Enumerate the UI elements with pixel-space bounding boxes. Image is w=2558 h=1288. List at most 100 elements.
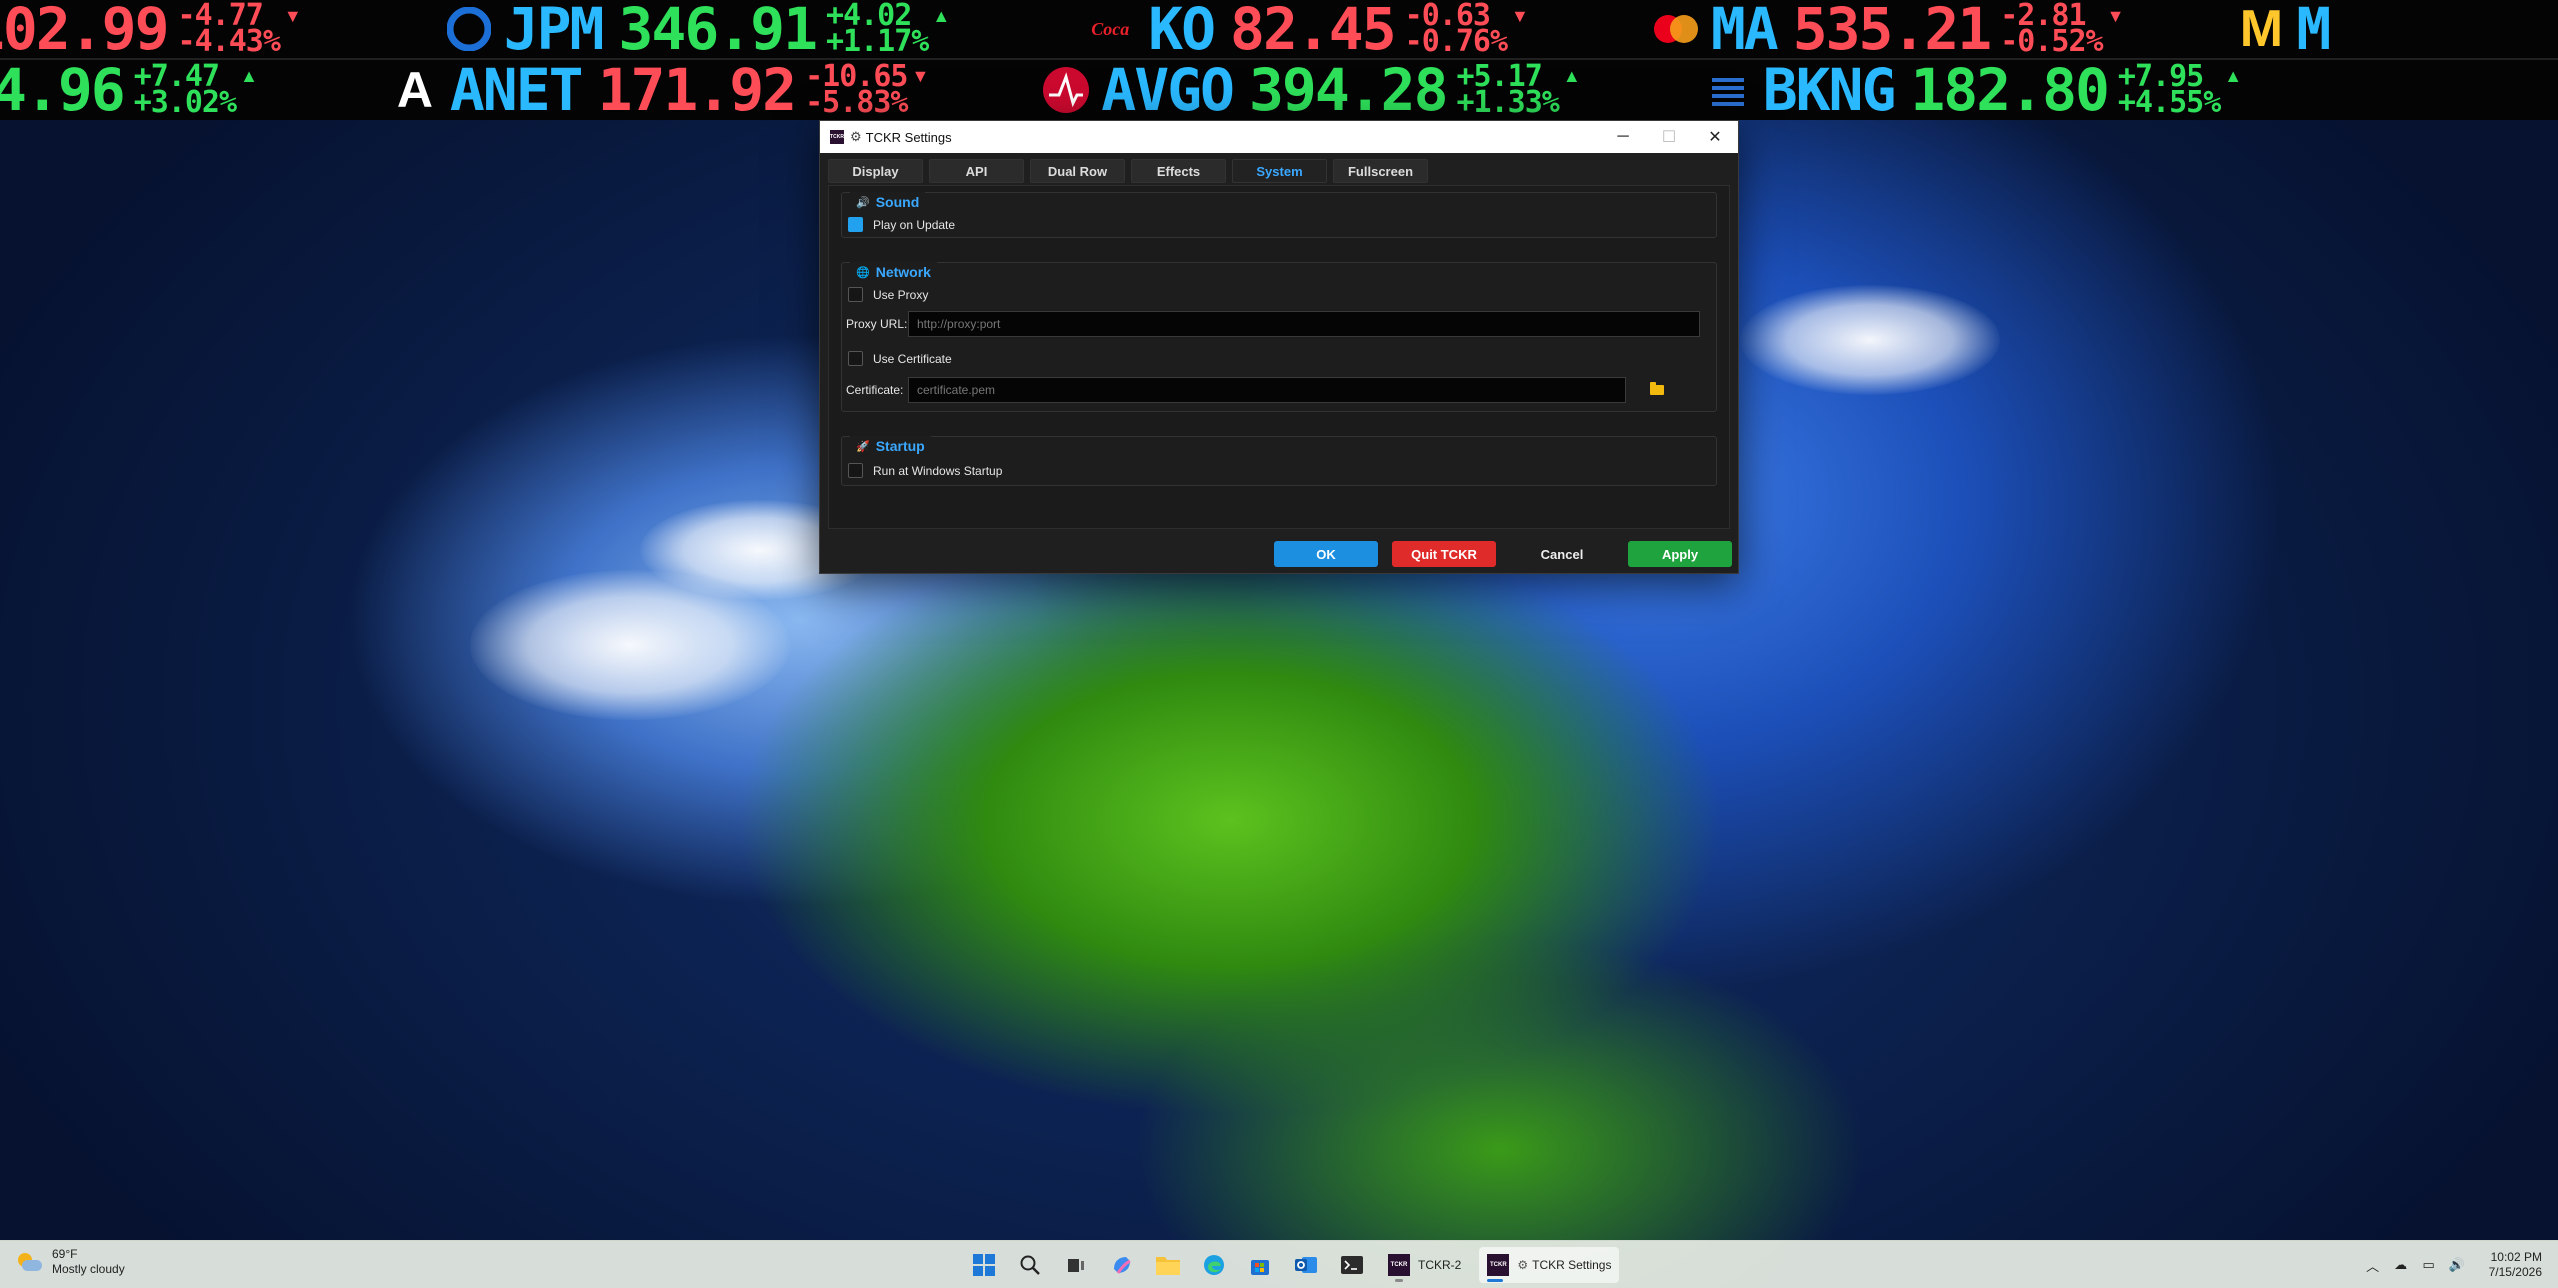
weather-temp: 69°F	[52, 1247, 78, 1261]
tab-display[interactable]: Display	[828, 159, 923, 183]
network-group-title: 🌐 Network	[850, 262, 937, 282]
broadcom-logo-icon	[1039, 63, 1093, 117]
taskbar-apps: TCKR TCKR-2 TCKR ⚙ TCKR Settings	[966, 1245, 1620, 1285]
windows-logo-icon	[973, 1254, 995, 1276]
partly-cloudy-icon	[16, 1251, 42, 1273]
play-on-update-checkbox[interactable]	[848, 217, 863, 232]
run-at-startup-row[interactable]: Run at Windows Startup	[848, 463, 1002, 478]
use-certificate-label: Use Certificate	[873, 351, 952, 366]
apply-button[interactable]: Apply	[1628, 541, 1732, 567]
tab-fullscreen[interactable]: Fullscreen	[1333, 159, 1428, 183]
down-arrow-icon: ▼	[283, 6, 302, 26]
use-proxy-checkbox[interactable]	[848, 287, 863, 302]
ticker-row-2: 4.96 +7.47 +3.02% ▲ A ANET 171.92 -10.65-…	[0, 60, 2558, 120]
search-button[interactable]	[1012, 1247, 1048, 1283]
close-button[interactable]: ✕	[1692, 121, 1738, 153]
copilot-icon	[1114, 1257, 1131, 1274]
weather-desc: Mostly cloudy	[52, 1262, 125, 1276]
mastercard-logo-icon	[1649, 2, 1703, 56]
ticker-change: -2.81 -0.52%	[2000, 0, 2103, 58]
ok-button[interactable]: OK	[1274, 541, 1378, 567]
maximize-button: ☐	[1661, 129, 1677, 146]
file-explorer-button[interactable]	[1150, 1247, 1186, 1283]
jpm-logo-icon	[442, 2, 496, 56]
quit-tckr-button[interactable]: Quit TCKR	[1392, 541, 1496, 567]
edge-button[interactable]	[1196, 1247, 1232, 1283]
outlook-icon	[1295, 1257, 1317, 1273]
proxy-url-input[interactable]: http://proxy:port	[908, 311, 1700, 337]
copilot-button[interactable]	[1104, 1247, 1140, 1283]
search-icon	[1020, 1255, 1040, 1275]
tckr-app-icon: TCKR	[830, 130, 844, 144]
tab-dual-row[interactable]: Dual Row	[1030, 159, 1125, 183]
down-arrow-icon: ▼	[2106, 6, 2125, 26]
certificate-input[interactable]: certificate.pem	[908, 377, 1626, 403]
taskbar-app-label: TCKR Settings	[1532, 1258, 1612, 1272]
ticker-symbol: JPM	[503, 0, 605, 58]
ticker-symbol: KO	[1148, 0, 1216, 58]
settings-tabs: Display API Dual Row Effects System Full…	[828, 159, 1428, 183]
tab-api[interactable]: API	[929, 159, 1024, 183]
network-icon[interactable]: ▭	[2417, 1253, 2441, 1277]
folder-icon	[1650, 382, 1664, 395]
tab-system[interactable]: System	[1232, 159, 1327, 183]
ticker-item: 102.99 -4.77-4.43% ▼	[0, 0, 302, 58]
startup-group-title: 🚀 Startup	[850, 436, 931, 456]
minimize-button[interactable]: ─	[1600, 121, 1646, 153]
cancel-button[interactable]: Cancel	[1510, 541, 1614, 567]
globe-icon: 🌐	[856, 266, 870, 279]
store-button[interactable]	[1242, 1247, 1278, 1283]
store-icon	[1251, 1260, 1269, 1275]
ticker-price: 4.96	[0, 60, 126, 120]
proxy-url-label: Proxy URL:	[846, 317, 908, 331]
terminal-button[interactable]	[1334, 1247, 1370, 1283]
folder-icon	[1156, 1257, 1180, 1275]
volume-icon[interactable]: 🔊	[2445, 1253, 2469, 1277]
ticker-symbol: M	[2296, 0, 2331, 58]
weather-widget[interactable]: 69°F Mostly cloudy	[16, 1247, 125, 1277]
certificate-row: Certificate: certificate.pem	[846, 377, 1678, 403]
ticker-change: -0.63 -0.76%	[1404, 0, 1508, 58]
start-button[interactable]	[966, 1247, 1002, 1283]
clock[interactable]: 10:02 PM 7/15/2026	[2489, 1250, 2542, 1280]
taskbar-app-tckr-2[interactable]: TCKR TCKR-2	[1380, 1247, 1469, 1283]
ticker-symbol: MA	[1710, 0, 1779, 58]
speaker-icon: 🔊	[856, 196, 870, 209]
use-certificate-checkbox[interactable]	[848, 351, 863, 366]
tab-effects[interactable]: Effects	[1131, 159, 1226, 183]
ticker-change: +5.17 +1.33%	[1456, 60, 1560, 120]
network-group: 🌐 Network Use Proxy Proxy URL: http://pr…	[841, 262, 1717, 412]
play-on-update-row[interactable]: Play on Update	[848, 217, 955, 232]
terminal-icon	[1341, 1256, 1363, 1274]
taskbar-app-label: TCKR-2	[1418, 1258, 1462, 1272]
ticker-price: 182.80	[1910, 60, 2110, 120]
browse-certificate-button[interactable]	[1636, 377, 1678, 403]
play-on-update-label: Play on Update	[873, 217, 956, 232]
down-arrow-icon: ▼	[1511, 6, 1529, 26]
tckr-app-icon: TCKR	[1388, 1254, 1410, 1276]
ticker-item: 4.96 +7.47 +3.02% ▲	[0, 60, 258, 120]
taskbar-app-tckr-settings[interactable]: TCKR ⚙ TCKR Settings	[1479, 1247, 1620, 1283]
task-view-icon	[1068, 1259, 1084, 1272]
use-proxy-row[interactable]: Use Proxy	[848, 287, 928, 302]
use-certificate-row[interactable]: Use Certificate	[848, 351, 952, 366]
dialog-titlebar[interactable]: TCKR ⚙ TCKR Settings ─ ☐ ✕	[820, 121, 1738, 153]
chevron-up-icon[interactable]: ︿	[2361, 1253, 2385, 1277]
dialog-button-row: OK Quit TCKR Cancel Apply	[1274, 541, 1732, 567]
settings-dialog: TCKR ⚙ TCKR Settings ─ ☐ ✕ Display API D…	[819, 120, 1739, 574]
down-arrow-icon: ▼	[911, 66, 930, 86]
onedrive-offline-icon[interactable]: ☁	[2389, 1253, 2413, 1277]
clock-date: 7/15/2026	[2488, 1265, 2542, 1279]
ticker-price: 346.91	[618, 0, 818, 58]
coca-cola-logo-icon: Coca	[1091, 18, 1130, 39]
mcdonalds-logo-icon: M	[2239, 0, 2284, 58]
outlook-button[interactable]	[1288, 1247, 1324, 1283]
task-view-button[interactable]	[1058, 1247, 1094, 1283]
ticker-change: -10.65 -5.83%	[805, 60, 908, 120]
windows-taskbar: 69°F Mostly cloudy TCKR TCKR-2 TCKR ⚙ TC…	[0, 1240, 2558, 1288]
ticker-item: AVGO 394.28 +5.17 +1.33% ▲	[1039, 60, 1581, 120]
active-indicator	[1487, 1279, 1504, 1282]
startup-group: 🚀 Startup Run at Windows Startup	[841, 436, 1717, 486]
gear-icon: ⚙	[850, 129, 862, 144]
run-at-startup-checkbox[interactable]	[848, 463, 863, 478]
